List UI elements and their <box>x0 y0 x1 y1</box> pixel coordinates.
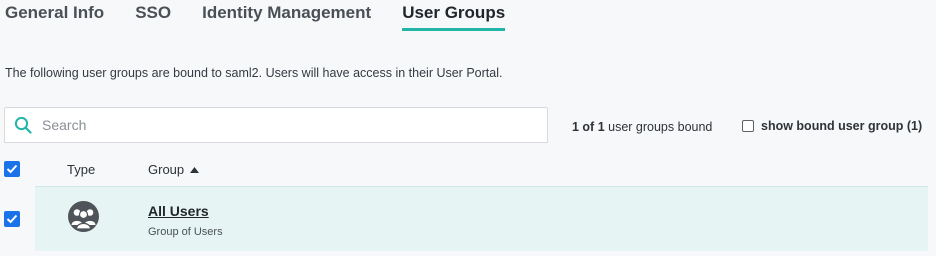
bound-groups-description: The following user groups are bound to s… <box>5 66 503 80</box>
tab-bar: General Info SSO Identity Management Use… <box>5 0 536 31</box>
tab-identity-management[interactable]: Identity Management <box>202 0 371 28</box>
search-input[interactable] <box>42 110 522 140</box>
group-type-label: Group of Users <box>148 226 223 238</box>
show-bound-label: show bound user group (1) <box>761 119 923 133</box>
tab-sso[interactable]: SSO <box>135 0 171 28</box>
group-name-link[interactable]: All Users <box>148 203 209 219</box>
user-group-icon <box>68 201 99 232</box>
show-bound-checkbox[interactable] <box>742 120 754 132</box>
column-header-group[interactable]: Group <box>148 162 200 177</box>
table-row[interactable]: All Users Group of Users <box>35 186 928 251</box>
bound-count-text: user groups bound <box>604 120 713 134</box>
column-header-type: Type <box>67 162 96 177</box>
select-all-checkbox[interactable] <box>4 161 20 177</box>
sort-ascending-icon <box>190 166 200 173</box>
check-icon <box>6 164 18 174</box>
check-icon <box>6 214 18 224</box>
column-header-group-label: Group <box>148 162 185 177</box>
row-checkbox[interactable] <box>4 211 20 227</box>
bound-count-value: 1 of 1 <box>572 120 605 134</box>
show-bound-toggle[interactable]: show bound user group (1) <box>742 119 922 133</box>
tab-general-info[interactable]: General Info <box>5 0 104 28</box>
search-icon <box>13 115 33 135</box>
search-box[interactable] <box>4 107 548 143</box>
bound-count: 1 of 1 user groups bound <box>572 120 712 134</box>
user-groups-page: General Info SSO Identity Management Use… <box>0 0 936 256</box>
tab-user-groups[interactable]: User Groups <box>402 0 506 31</box>
